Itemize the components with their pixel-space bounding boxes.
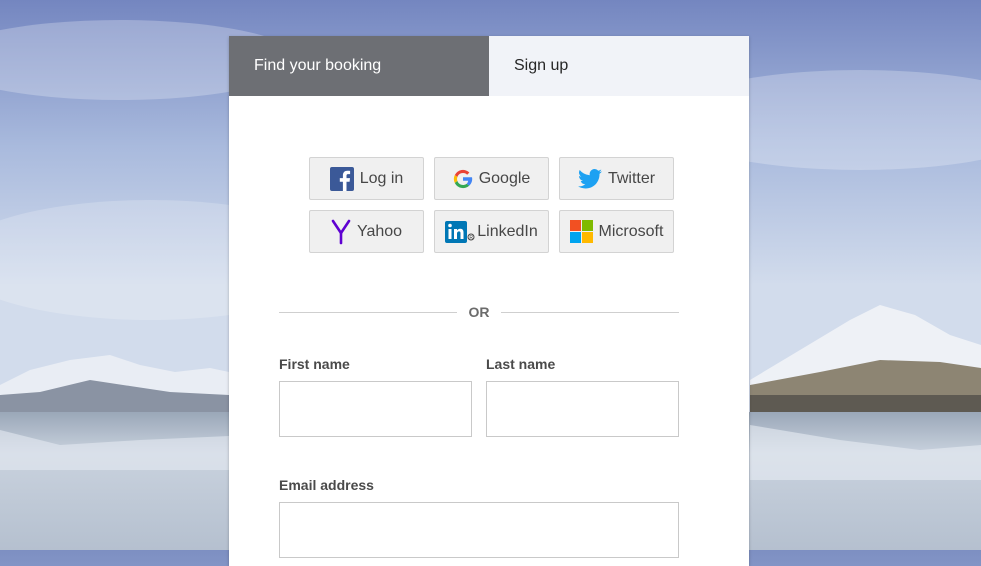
booking-card: Find your booking Sign up Log in Google: [229, 36, 749, 566]
yahoo-login-label: Yahoo: [356, 222, 403, 240]
microsoft-icon: [569, 220, 593, 243]
or-divider: OR: [279, 304, 679, 320]
yahoo-icon: [331, 219, 351, 244]
linkedin-login-label: LinkedIn: [477, 222, 538, 240]
twitter-icon: [577, 168, 602, 188]
linkedin-icon: R: [445, 220, 475, 243]
last-name-label: Last name: [486, 356, 556, 372]
linkedin-login-button[interactable]: R LinkedIn: [434, 210, 549, 253]
tab-find-booking-label: Find your booking: [254, 57, 382, 74]
first-name-field[interactable]: [279, 381, 472, 437]
twitter-login-button[interactable]: Twitter: [559, 157, 674, 200]
tab-find-booking[interactable]: Find your booking: [229, 36, 489, 96]
microsoft-login-label: Microsoft: [598, 222, 664, 240]
email-label: Email address: [279, 477, 374, 493]
google-login-button[interactable]: Google: [434, 157, 549, 200]
tab-bar: Find your booking Sign up: [229, 36, 749, 96]
google-icon: [453, 169, 472, 188]
facebook-login-button[interactable]: Log in: [309, 157, 424, 200]
microsoft-login-button[interactable]: Microsoft: [559, 210, 674, 253]
last-name-field[interactable]: [486, 381, 679, 437]
first-name-label: First name: [279, 356, 350, 372]
tab-sign-up-label: Sign up: [514, 57, 569, 74]
facebook-icon: [329, 166, 354, 191]
twitter-login-label: Twitter: [607, 169, 656, 187]
google-login-label: Google: [478, 169, 531, 187]
yahoo-login-button[interactable]: Yahoo: [309, 210, 424, 253]
facebook-login-label: Log in: [359, 169, 404, 187]
svg-text:R: R: [470, 234, 474, 240]
tab-sign-up[interactable]: Sign up: [489, 36, 749, 96]
divider-line-right: [501, 312, 679, 313]
